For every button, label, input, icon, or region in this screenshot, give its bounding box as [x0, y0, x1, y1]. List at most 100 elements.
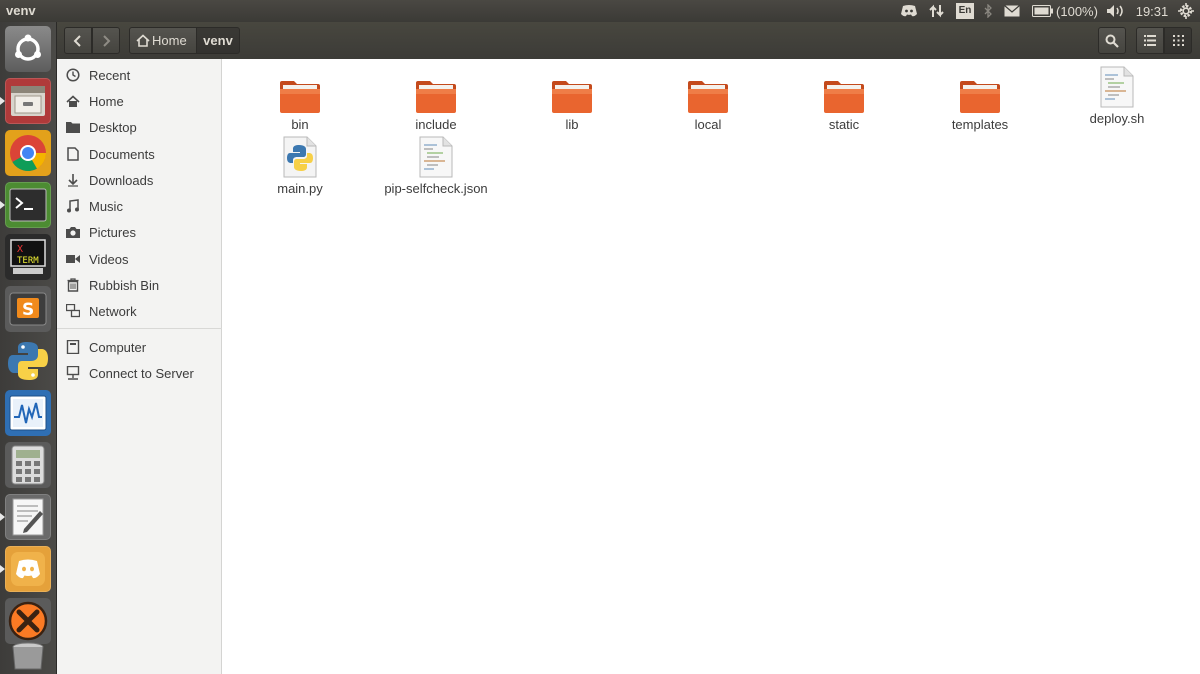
- volume-icon[interactable]: [1105, 0, 1127, 22]
- sidebar-item-computer[interactable]: Computer: [57, 334, 222, 360]
- text-file-icon: [1095, 64, 1139, 108]
- launcher: X TERM S: [0, 22, 57, 674]
- home-icon: [65, 93, 81, 109]
- file-item-lib[interactable]: lib: [507, 70, 637, 134]
- sublime-text-app-icon[interactable]: S: [5, 286, 51, 332]
- list-view-button[interactable]: [1136, 27, 1164, 54]
- file-item-bin[interactable]: bin: [235, 70, 365, 134]
- file-item-pip-selfcheck-json[interactable]: pip-selfcheck.json: [371, 134, 501, 204]
- sidebar-item-documents[interactable]: Documents: [57, 141, 222, 167]
- sidebar-item-label: Connect to Server: [89, 365, 194, 381]
- folder-icon: [414, 70, 458, 114]
- svg-text:S: S: [22, 300, 34, 320]
- forward-button[interactable]: [92, 27, 120, 54]
- file-item-static[interactable]: static: [779, 70, 909, 134]
- discord-app-icon[interactable]: [5, 546, 51, 592]
- python-app-icon[interactable]: [5, 338, 51, 384]
- bluetooth-icon[interactable]: [982, 0, 994, 22]
- sidebar-item-label: Rubbish Bin: [89, 277, 160, 293]
- sidebar-item-videos[interactable]: Videos: [57, 246, 222, 272]
- sidebar: Recent Home Desktop Documents Downloads …: [57, 59, 222, 674]
- file-view: bin include lib local static templates d…: [228, 59, 1200, 674]
- terminal-app-icon[interactable]: [5, 182, 51, 228]
- grid-view-button[interactable]: [1164, 27, 1192, 54]
- calculator-app-icon[interactable]: [5, 442, 51, 488]
- network-transfer-icon[interactable]: [928, 0, 946, 22]
- svg-text:X: X: [17, 244, 23, 255]
- sidebar-item-label: Pictures: [89, 224, 136, 240]
- folder-icon: [958, 70, 1002, 114]
- active-app-title: venv: [6, 3, 36, 18]
- clock-icon: [65, 67, 81, 83]
- sidebar-item-music[interactable]: Music: [57, 193, 222, 219]
- breadcrumb-home[interactable]: Home: [129, 27, 197, 54]
- grid-view-icon: [1172, 35, 1184, 46]
- sidebar-item-downloads[interactable]: Downloads: [57, 167, 222, 193]
- sidebar-item-label: Videos: [89, 251, 129, 267]
- file-item-local[interactable]: local: [643, 70, 773, 134]
- computer-icon: [65, 339, 81, 355]
- ubuntu-dash-icon[interactable]: [5, 26, 51, 72]
- server-icon: [65, 365, 81, 381]
- file-name: templates: [951, 117, 1009, 132]
- download-icon: [65, 172, 81, 188]
- search-icon: [1105, 34, 1119, 48]
- clock-label[interactable]: 19:31: [1133, 0, 1171, 22]
- chevron-left-icon: [73, 34, 81, 47]
- sidebar-item-label: Desktop: [89, 119, 137, 135]
- xterm-app-icon[interactable]: X TERM: [5, 234, 51, 280]
- home-icon: [136, 34, 150, 47]
- breadcrumb-home-label: Home: [152, 33, 187, 48]
- sidebar-item-pictures[interactable]: Pictures: [57, 219, 222, 245]
- camera-icon: [65, 224, 81, 240]
- text-file-icon: [414, 134, 458, 178]
- text-editor-app-icon[interactable]: [5, 494, 51, 540]
- sidebar-item-label: Recent: [89, 67, 131, 83]
- folder-icon: [686, 70, 730, 114]
- file-item-templates[interactable]: templates: [915, 70, 1045, 134]
- sidebar-item-home[interactable]: Home: [57, 88, 222, 114]
- battery-icon[interactable]: [1031, 0, 1055, 22]
- music-icon: [65, 198, 81, 214]
- sidebar-item-rubbish-bin[interactable]: Rubbish Bin: [57, 272, 222, 298]
- python-file-icon: [278, 134, 322, 178]
- mail-icon[interactable]: [1002, 0, 1022, 22]
- sidebar-item-recent[interactable]: Recent: [57, 62, 222, 88]
- file-name: pip-selfcheck.json: [384, 181, 488, 196]
- xampp-app-icon[interactable]: [5, 598, 51, 644]
- trash-icon: [65, 277, 81, 293]
- network-icon: [65, 303, 81, 319]
- file-name: bin: [291, 117, 309, 132]
- sidebar-item-desktop[interactable]: Desktop: [57, 114, 222, 140]
- keyboard-layout-indicator[interactable]: En: [955, 0, 975, 22]
- trash-app-icon[interactable]: [5, 640, 51, 672]
- chevron-right-icon: [103, 34, 111, 47]
- search-button[interactable]: [1098, 27, 1126, 54]
- folder-icon: [822, 70, 866, 114]
- breadcrumb-current[interactable]: venv: [196, 27, 240, 54]
- battery-percent-label: (100%): [1056, 3, 1098, 19]
- system-gear-icon[interactable]: [1176, 0, 1196, 22]
- sidebar-item-network[interactable]: Network: [57, 298, 222, 324]
- folder-icon: [65, 119, 81, 135]
- sidebar-item-label: Computer: [89, 339, 147, 355]
- system-monitor-app-icon[interactable]: [5, 390, 51, 436]
- list-view-icon: [1144, 35, 1156, 46]
- back-button[interactable]: [64, 27, 92, 54]
- files-app-icon[interactable]: [5, 78, 51, 124]
- file-item-deploy-sh[interactable]: deploy.sh: [1052, 64, 1182, 134]
- file-item-main-py[interactable]: main.py: [235, 134, 365, 204]
- folder-icon: [278, 70, 322, 114]
- file-item-include[interactable]: include: [371, 70, 501, 134]
- sidebar-item-connect-to-server[interactable]: Connect to Server: [57, 360, 222, 386]
- file-name: main.py: [277, 181, 323, 196]
- discord-tray-icon[interactable]: [899, 0, 919, 22]
- document-icon: [65, 146, 81, 162]
- file-name: local: [694, 117, 722, 132]
- chrome-app-icon[interactable]: [5, 130, 51, 176]
- svg-text:TERM: TERM: [17, 256, 39, 266]
- file-name: lib: [565, 117, 579, 132]
- top-panel: venv En (100%) 19:31: [0, 0, 1200, 22]
- sidebar-item-label: Music: [89, 198, 123, 214]
- sidebar-item-label: Home: [89, 93, 124, 109]
